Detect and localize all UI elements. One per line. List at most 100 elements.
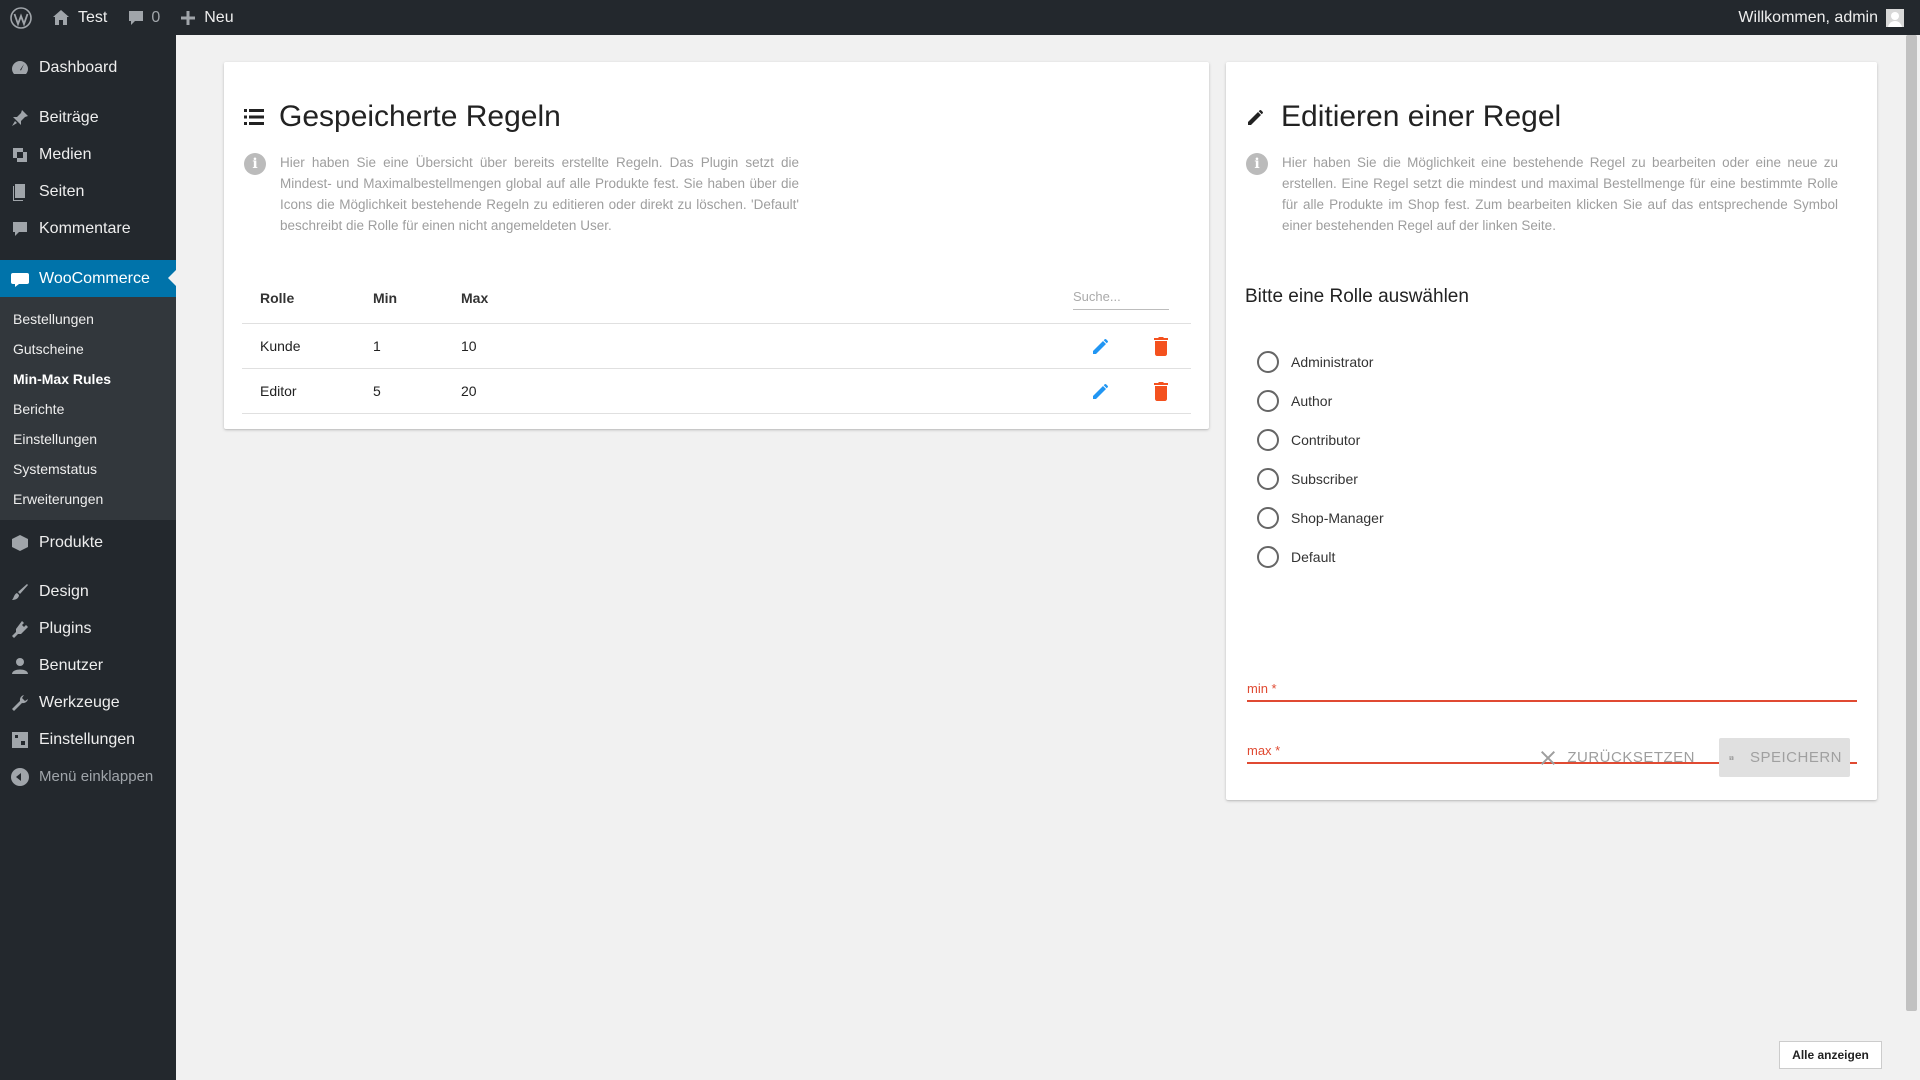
close-icon bbox=[1541, 750, 1556, 765]
floppy-disk-icon bbox=[1729, 755, 1734, 760]
form-actions: ZURÜCKSETZEN SPEICHERN bbox=[1539, 738, 1850, 777]
wrench-icon bbox=[10, 693, 30, 713]
menu-label: Beiträge bbox=[39, 108, 99, 126]
search-input[interactable]: Suche... bbox=[1073, 286, 1169, 310]
menu-label: Kommentare bbox=[39, 219, 131, 237]
menu-woocommerce[interactable]: WooCommerce bbox=[0, 260, 176, 297]
menu-label: Dashboard bbox=[39, 58, 118, 76]
min-field[interactable]: min * bbox=[1247, 674, 1857, 702]
saved-rules-card: Gespeicherte Regeln i Hier haben Sie ein… bbox=[224, 62, 1209, 429]
save-button[interactable]: SPEICHERN bbox=[1719, 738, 1850, 777]
new-content-link[interactable]: Neu bbox=[170, 0, 243, 35]
menu-label: Benutzer bbox=[39, 656, 104, 674]
cell-rolle: Kunde bbox=[260, 338, 301, 354]
radio-circle[interactable] bbox=[1257, 506, 1279, 529]
menu-beitraege[interactable]: Beiträge bbox=[0, 99, 176, 136]
edit-rule-header: Editieren einer Regel bbox=[1245, 100, 1561, 134]
menu-label: WooCommerce bbox=[39, 269, 150, 287]
settings-icon bbox=[10, 730, 30, 750]
menu-label: Einstellungen bbox=[39, 730, 136, 748]
role-radio-contributor[interactable]: Contributor bbox=[1257, 420, 1384, 459]
comment-bubble-icon bbox=[127, 9, 145, 27]
role-radio-default[interactable]: Default bbox=[1257, 537, 1384, 576]
radio-circle[interactable] bbox=[1257, 545, 1279, 568]
menu-benutzer[interactable]: Benutzer bbox=[0, 647, 176, 684]
menu-label: Menü einklappen bbox=[39, 768, 154, 785]
woocommerce-icon bbox=[10, 269, 30, 289]
edit-rule-button[interactable] bbox=[1071, 335, 1131, 357]
info-icon: i bbox=[244, 153, 266, 175]
user-account-link[interactable]: Willkommen, admin bbox=[1738, 8, 1920, 27]
home-icon bbox=[52, 9, 70, 27]
radio-circle[interactable] bbox=[1257, 467, 1279, 490]
radio-circle[interactable] bbox=[1257, 350, 1279, 373]
reset-button[interactable]: ZURÜCKSETZEN bbox=[1539, 749, 1695, 767]
radio-label: Default bbox=[1291, 548, 1336, 565]
new-label: Neu bbox=[204, 8, 234, 26]
menu-werkzeuge[interactable]: Werkzeuge bbox=[0, 684, 176, 721]
submenu-systemstatus[interactable]: Systemstatus bbox=[0, 454, 176, 484]
site-name-link[interactable]: Test bbox=[42, 0, 117, 35]
pencil-icon bbox=[1093, 384, 1108, 399]
column-min[interactable]: Min bbox=[373, 290, 461, 306]
saved-rules-info-text: Hier haben Sie eine Übersicht über berei… bbox=[280, 155, 799, 233]
radio-circle[interactable] bbox=[1257, 428, 1279, 451]
scrollbar[interactable] bbox=[1903, 35, 1920, 1080]
submenu-berichte[interactable]: Berichte bbox=[0, 394, 176, 424]
cell-min: 5 bbox=[373, 383, 381, 399]
menu-label: Plugins bbox=[39, 619, 92, 637]
admin-bar: Test 0 Neu Willkommen, admin bbox=[0, 0, 1920, 35]
collapse-arrow-icon bbox=[10, 767, 30, 787]
pencil-icon bbox=[1248, 110, 1263, 125]
table-row: Editor 5 20 bbox=[242, 369, 1191, 414]
radio-circle[interactable] bbox=[1257, 389, 1279, 412]
save-label: SPEICHERN bbox=[1749, 749, 1842, 766]
radio-label: Subscriber bbox=[1291, 470, 1358, 487]
column-rolle[interactable]: Rolle bbox=[242, 290, 373, 306]
edit-rule-info-text: Hier haben Sie die Möglichkeit eine best… bbox=[1282, 155, 1838, 233]
submenu-min-max-rules[interactable]: Min-Max Rules bbox=[0, 364, 176, 394]
role-radio-shop-manager[interactable]: Shop-Manager bbox=[1257, 498, 1384, 537]
edit-rule-title: Editieren einer Regel bbox=[1281, 100, 1562, 133]
table-header: Rolle Min Max Suche... bbox=[242, 272, 1191, 324]
info-icon: i bbox=[1246, 153, 1268, 175]
delete-rule-button[interactable] bbox=[1131, 380, 1191, 402]
menu-seiten[interactable]: Seiten bbox=[0, 173, 176, 210]
products-icon bbox=[10, 533, 30, 553]
welcome-text: Willkommen, admin bbox=[1738, 8, 1878, 26]
menu-label: Produkte bbox=[39, 533, 104, 551]
radio-label: Administrator bbox=[1291, 353, 1374, 370]
menu-medien[interactable]: Medien bbox=[0, 136, 176, 173]
submenu-erweiterungen[interactable]: Erweiterungen bbox=[0, 484, 176, 514]
menu-produkte[interactable]: Produkte bbox=[0, 524, 176, 561]
role-radio-administrator[interactable]: Administrator bbox=[1257, 342, 1384, 381]
menu-einstellungen[interactable]: Einstellungen bbox=[0, 721, 176, 758]
comments-link[interactable]: 0 bbox=[117, 0, 170, 35]
role-radio-subscriber[interactable]: Subscriber bbox=[1257, 459, 1384, 498]
submenu-gutscheine[interactable]: Gutscheine bbox=[0, 334, 176, 364]
column-max[interactable]: Max bbox=[461, 290, 561, 306]
scrollbar-thumb[interactable] bbox=[1906, 35, 1917, 1011]
rules-table: Rolle Min Max Suche... Kunde 1 10 Editor… bbox=[242, 272, 1191, 414]
delete-rule-button[interactable] bbox=[1131, 335, 1191, 357]
comments-count: 0 bbox=[151, 8, 161, 26]
menu-plugins[interactable]: Plugins bbox=[0, 610, 176, 647]
menu-kommentare[interactable]: Kommentare bbox=[0, 210, 176, 247]
show-all-button[interactable]: Alle anzeigen bbox=[1779, 1041, 1882, 1069]
menu-dashboard[interactable]: Dashboard bbox=[0, 49, 176, 86]
edit-rule-info: i Hier haben Sie die Möglichkeit eine be… bbox=[1246, 152, 1838, 236]
cell-rolle: Editor bbox=[260, 383, 297, 399]
menu-design[interactable]: Design bbox=[0, 573, 176, 610]
comments-icon bbox=[10, 219, 30, 239]
plus-icon bbox=[180, 10, 196, 26]
edit-rule-button[interactable] bbox=[1071, 380, 1131, 402]
submenu-einstellungen[interactable]: Einstellungen bbox=[0, 424, 176, 454]
plugins-icon bbox=[10, 619, 30, 639]
wordpress-logo-icon[interactable] bbox=[0, 0, 42, 35]
submenu-bestellungen[interactable]: Bestellungen bbox=[0, 304, 176, 334]
role-radio-author[interactable]: Author bbox=[1257, 381, 1384, 420]
media-icon bbox=[10, 145, 30, 165]
pages-icon bbox=[10, 182, 30, 202]
collapse-menu-button[interactable]: Menü einklappen bbox=[0, 758, 176, 795]
radio-label: Contributor bbox=[1291, 431, 1361, 448]
